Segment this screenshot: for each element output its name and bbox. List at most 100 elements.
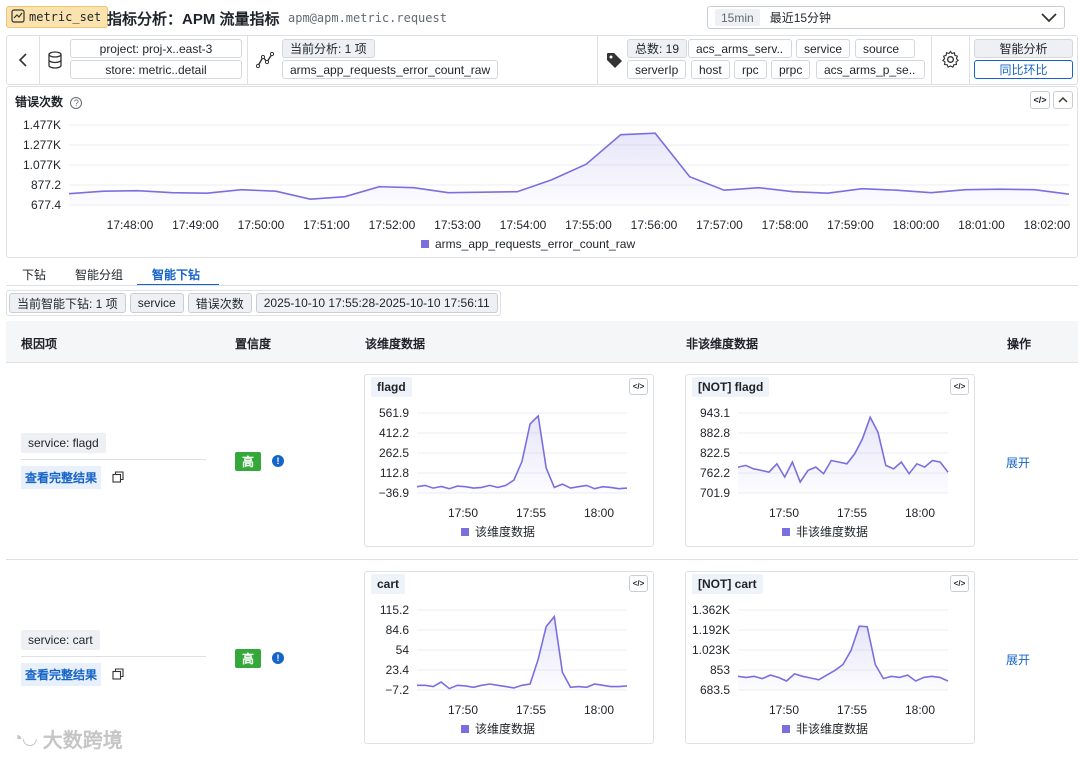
x-tick-label: 18:00:00 [893,218,940,232]
x-tick-label: 17:55 [516,703,546,717]
copy-icon[interactable] [112,471,124,486]
project-section: project: proj-x..east-3 store: metric..d… [40,36,248,84]
metric-set-badge: metric_set [6,6,109,28]
y-tick-label: 262.5 [379,446,409,460]
root-cell: service: flagd 查看完整结果 [21,433,206,489]
y-tick-label: 54 [396,643,410,657]
x-tick-label: 17:50 [769,506,799,520]
view-full-result-link[interactable]: 查看完整结果 [21,466,102,489]
nondim-mini-chart: [NOT] cart </> 1.362K 1.192K 1.023K 853 683.… [685,571,975,744]
legend-swatch [782,528,790,536]
main-chart-card: 错误次数 ? </> 1.477K 1.277K 1.077K 877.2 677.4 1… [6,86,1078,258]
legend-swatch [782,725,790,733]
legend-label: 非该维度数据 [796,721,868,736]
tag-pill[interactable]: service [796,39,851,58]
current-analysis-pill[interactable]: 当前分析: 1 项 [282,39,375,58]
info-icon[interactable]: ! [272,652,284,664]
y-tick-label: 412.2 [379,426,409,440]
x-tick-label: 17:53:00 [434,218,481,232]
series-area [417,415,627,493]
filter-bar: project: proj-x..east-3 store: metric..d… [6,35,1078,85]
settings-button[interactable] [932,36,970,84]
metric-pill[interactable]: arms_app_requests_error_count_raw [282,60,499,79]
badge-label: metric_set [29,10,102,24]
time-range-select[interactable]: 15min 最近15分钟 [707,6,1065,29]
x-tick-label: 18:01:00 [958,218,1005,232]
x-tick-label: 17:51:00 [303,218,350,232]
x-tick-label: 17:49:00 [172,218,219,232]
smart-analysis-button[interactable]: 智能分析 [974,39,1073,58]
store-pill[interactable]: store: metric..detail [70,60,242,79]
table-row: service: cart 查看完整结果 高 ! 展开 cart </> 115… [6,560,1078,758]
view-full-result-link[interactable]: 查看完整结果 [21,663,102,686]
y-tick-label: 1.077K [23,158,61,172]
x-tick-label: 18:00 [905,506,935,520]
chart-icon [11,8,25,26]
database-icon [48,51,62,69]
x-tick-label: 17:50 [769,703,799,717]
expand-link[interactable]: 展开 [1006,454,1030,471]
x-tick-label: 17:57:00 [696,218,743,232]
root-cell: service: cart 查看完整结果 [21,630,206,686]
tag-pill[interactable]: rpc [734,60,767,79]
y-tick-label: 1.023K [692,643,730,657]
tab-smart-drilldown[interactable]: 智能下钻 [152,266,200,283]
tag-pill[interactable]: serverIp [627,60,687,79]
col-action: 操作 [1007,337,1032,351]
info-icon[interactable]: ! [272,455,284,467]
drill-range-pill[interactable]: 2025-10-10 17:55:28-2025-10-10 17:56:11 [255,293,498,313]
copy-icon[interactable] [112,668,124,683]
legend-swatch [461,528,469,536]
x-tick-label: 18:02:00 [1024,218,1071,232]
x-tick-label: 18:00 [584,703,614,717]
yoy-button[interactable]: 同比环比 [974,60,1073,79]
y-tick-label: 683.5 [700,683,730,697]
mini-chart-plot: 943.1 882.8 822.5 762.2 701.9 17:50 17:55 18:00… [700,406,949,539]
back-button[interactable] [7,36,40,84]
table-header: 根因项 置信度 该维度数据 非该维度数据 操作 [6,321,1078,363]
top-bar: metric_set 指标分析：APM 流量指标 apm@apm.metric.… [0,0,1080,34]
dim-mini-chart: cart </> 115.2 84.6 54 23.4 −7.2 17:50 17:55 18… [364,571,654,744]
tab-bar: 下钻 智能分组 智能下钻 [6,262,306,286]
project-pill[interactable]: project: proj-x..east-3 [70,39,242,58]
x-tick-label: 18:00 [584,506,614,520]
tag-icon [607,53,622,68]
series-line [417,614,628,690]
x-tick-label: 17:58:00 [762,218,809,232]
legend-label: 该维度数据 [475,524,535,539]
tab-smart-group[interactable]: 智能分组 [75,266,123,283]
drill-metric-pill[interactable]: 错误次数 [187,293,252,313]
expand-link[interactable]: 展开 [1006,651,1030,668]
tag-pill[interactable]: prpc [771,60,811,79]
y-tick-label: 1.362K [692,603,730,617]
root-item-label: service: cart [21,630,100,650]
col-dim-data: 该维度数据 [365,337,426,351]
main-chart: 1.477K 1.277K 1.077K 877.2 677.4 17:48:00 17:4… [23,118,1071,251]
y-tick-label: 943.1 [700,406,730,420]
tag-pill[interactable]: acs_arms_serv.. [688,39,792,58]
nondim-mini-chart: [NOT] flagd </> 943.1 882.8 822.5 762.2 701.… [685,374,975,547]
x-tick-label: 17:50 [448,703,478,717]
tag-pill[interactable]: acs_arms_p_se.. [816,60,925,79]
confidence-badge: 高 [235,649,262,668]
tag-pill[interactable]: host [691,60,730,79]
x-tick-label: 17:55 [516,506,546,520]
chevron-left-icon [18,53,27,67]
gear-icon [942,50,959,68]
analysis-section: 当前分析: 1 项 arms_app_requests_error_count_… [248,36,598,84]
legend-label: 非该维度数据 [796,524,868,539]
total-pill[interactable]: 总数: 19 [627,39,688,58]
tag-pill[interactable]: source [855,39,915,58]
legend-label: 该维度数据 [475,721,535,736]
watermark: ◔◡ 大数跨境 [12,724,123,753]
y-tick-label: 853 [710,663,730,677]
y-tick-label: 882.8 [700,426,730,440]
legend-swatch [421,240,429,248]
series-area [417,616,627,690]
col-nondim-data: 非该维度数据 [686,337,759,351]
metric-graph-icon [256,51,274,69]
drill-dimension-pill[interactable]: service [129,293,184,313]
drill-current-pill[interactable]: 当前智能下钻: 1 项 [9,293,126,313]
y-tick-label: 112.8 [380,466,409,480]
tab-drilldown[interactable]: 下钻 [22,266,46,283]
